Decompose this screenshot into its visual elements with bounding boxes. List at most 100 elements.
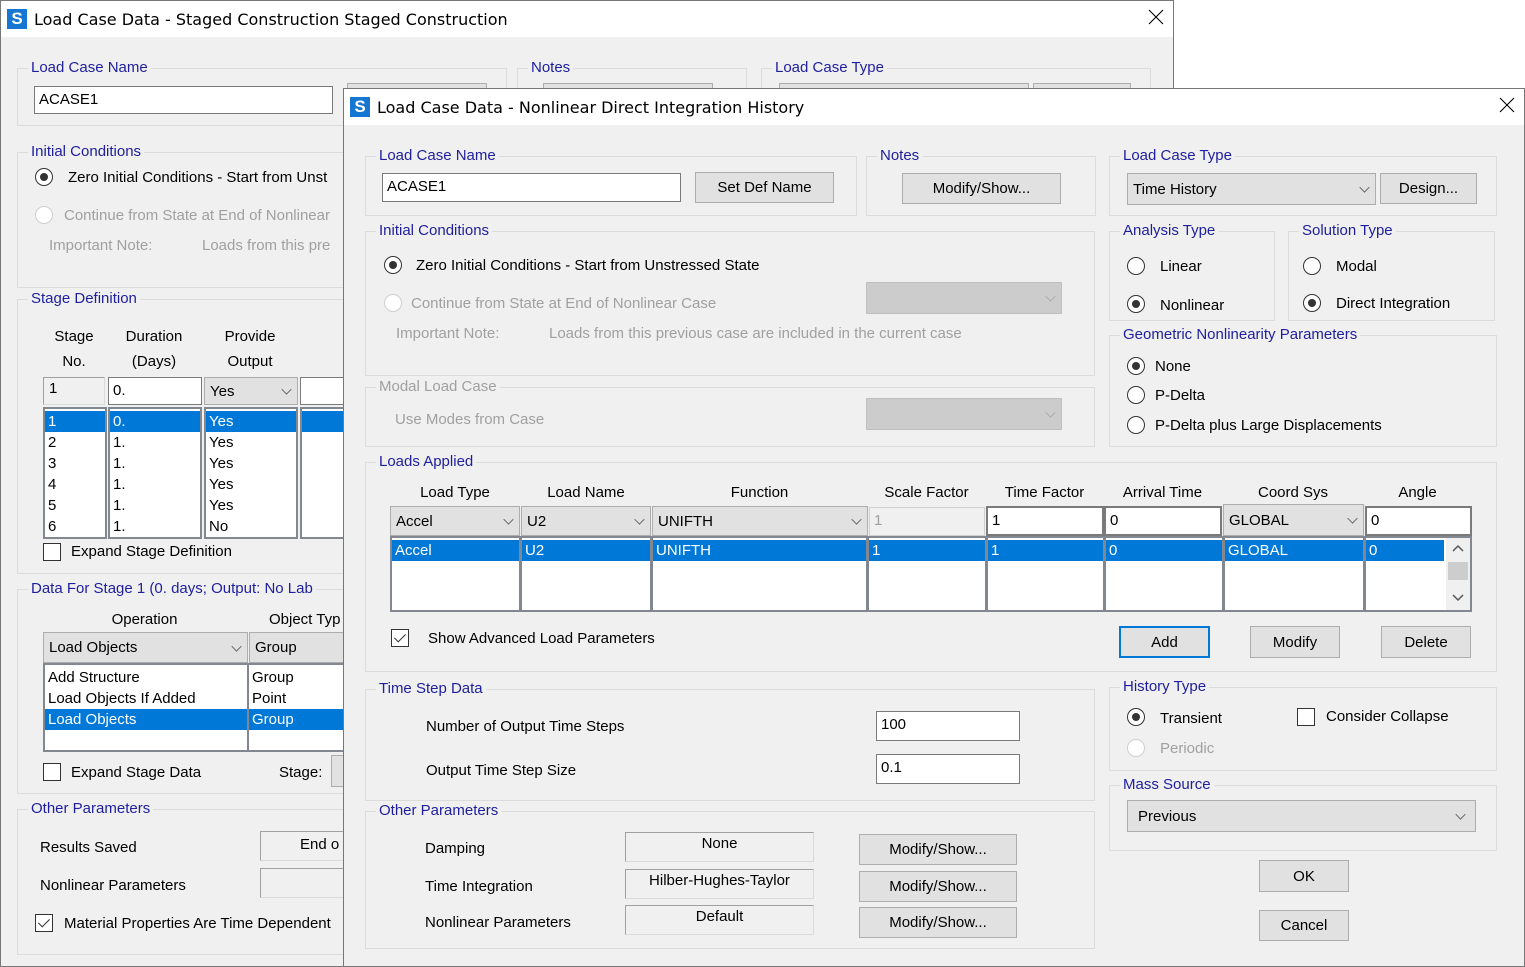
stage-no-list[interactable]: 1 2 3 4 5 6 bbox=[43, 407, 107, 539]
scroll-up-icon[interactable] bbox=[1452, 544, 1464, 552]
angle-list[interactable]: 0 bbox=[1364, 536, 1472, 612]
list-item[interactable]: 1. bbox=[110, 453, 200, 474]
list-item[interactable]: 1 bbox=[988, 540, 1103, 561]
load-type-list[interactable]: Accel bbox=[390, 536, 521, 612]
notes-modify-button[interactable]: Modify/Show... bbox=[902, 173, 1061, 204]
time-integration-label: Time Integration bbox=[425, 878, 533, 895]
list-item[interactable]: 4 bbox=[45, 474, 105, 495]
list-item[interactable]: Load Objects bbox=[45, 709, 247, 730]
list-item[interactable]: 6 bbox=[45, 516, 105, 537]
output-list[interactable]: Yes Yes Yes Yes Yes No bbox=[204, 407, 298, 539]
duration-header-bottom: (Days) bbox=[131, 353, 177, 370]
show-advanced-load-checkbox[interactable] bbox=[391, 629, 409, 647]
load-case-type-select[interactable]: Time History bbox=[1127, 173, 1376, 205]
scale-factor-input[interactable]: 1 bbox=[869, 507, 985, 536]
geom-none-radio[interactable] bbox=[1127, 357, 1145, 375]
list-item[interactable]: Yes bbox=[206, 495, 296, 516]
add-load-button[interactable]: Add bbox=[1119, 626, 1210, 658]
load-case-name-input[interactable]: ACASE1 bbox=[382, 173, 681, 202]
output-step-size-input[interactable]: 0.1 bbox=[876, 754, 1020, 784]
zero-initial-label: Zero Initial Conditions - Start from Uns… bbox=[68, 169, 328, 186]
nonlinear-radio[interactable] bbox=[1127, 295, 1145, 313]
damping-modify-button[interactable]: Modify/Show... bbox=[859, 834, 1017, 865]
nonlinear-parameters-modify-button[interactable]: Modify/Show... bbox=[859, 907, 1017, 938]
arrival-time-list[interactable]: 0 bbox=[1104, 536, 1224, 612]
load-type-select[interactable]: Accel bbox=[390, 506, 520, 536]
transient-radio[interactable] bbox=[1127, 708, 1145, 726]
list-item[interactable]: No bbox=[206, 516, 296, 537]
load-case-name-input[interactable]: ACASE1 bbox=[34, 86, 333, 114]
list-item[interactable]: Yes bbox=[206, 432, 296, 453]
list-item[interactable]: Yes bbox=[206, 474, 296, 495]
time-factor-list[interactable]: 1 bbox=[986, 536, 1105, 612]
scrollbar[interactable] bbox=[1446, 538, 1470, 610]
coord-sys-select[interactable]: GLOBAL bbox=[1223, 504, 1364, 536]
time-factor-input[interactable]: 1 bbox=[986, 506, 1104, 536]
scroll-down-icon[interactable] bbox=[1452, 594, 1464, 602]
function-value: UNIFTH bbox=[658, 512, 713, 530]
duration-edit-input[interactable]: 0. bbox=[108, 377, 202, 405]
list-item[interactable]: Load Objects If Added bbox=[45, 688, 247, 709]
material-time-dependent-checkbox[interactable] bbox=[35, 914, 53, 932]
load-name-list[interactable]: U2 bbox=[520, 536, 652, 612]
list-item[interactable]: Yes bbox=[206, 411, 296, 432]
list-item[interactable]: 5 bbox=[45, 495, 105, 516]
list-item[interactable]: 1. bbox=[110, 474, 200, 495]
periodic-radio[interactable] bbox=[1127, 739, 1145, 757]
num-output-steps-input[interactable]: 100 bbox=[876, 711, 1020, 741]
list-item[interactable]: U2 bbox=[522, 540, 650, 561]
mass-source-select[interactable]: Previous bbox=[1127, 800, 1476, 832]
function-select[interactable]: UNIFTH bbox=[652, 506, 868, 536]
use-modes-select[interactable] bbox=[866, 398, 1062, 430]
list-item[interactable]: 0 bbox=[1366, 540, 1444, 561]
list-item[interactable]: 1. bbox=[110, 495, 200, 516]
expand-stage-definition-checkbox[interactable] bbox=[43, 543, 61, 561]
list-item[interactable]: 0. bbox=[110, 411, 200, 432]
modal-radio[interactable] bbox=[1303, 257, 1321, 275]
function-list[interactable]: UNIFTH bbox=[651, 536, 868, 612]
time-integration-modify-button[interactable]: Modify/Show... bbox=[859, 871, 1017, 902]
list-item[interactable]: 1. bbox=[110, 432, 200, 453]
operation-select[interactable]: Load Objects bbox=[43, 632, 248, 663]
list-item[interactable]: 2 bbox=[45, 432, 105, 453]
scale-factor-list[interactable]: 1 bbox=[867, 536, 987, 612]
duration-list[interactable]: 0. 1. 1. 1. 1. 1. bbox=[108, 407, 202, 539]
object-type-value: Group bbox=[255, 639, 297, 656]
consider-collapse-checkbox[interactable] bbox=[1297, 708, 1315, 726]
linear-radio[interactable] bbox=[1127, 257, 1145, 275]
close-button[interactable] bbox=[1141, 1, 1171, 33]
delete-load-button[interactable]: Delete bbox=[1381, 626, 1471, 658]
list-item[interactable]: Accel bbox=[392, 540, 519, 561]
design-button[interactable]: Design... bbox=[1380, 173, 1477, 204]
p-delta-large-radio[interactable] bbox=[1127, 416, 1145, 434]
angle-input[interactable]: 0 bbox=[1365, 506, 1472, 536]
zero-initial-radio[interactable] bbox=[384, 256, 402, 274]
list-item[interactable]: 0 bbox=[1106, 540, 1222, 561]
list-item[interactable]: UNIFTH bbox=[653, 540, 866, 561]
list-item[interactable]: Add Structure bbox=[45, 667, 247, 688]
arrival-time-input[interactable]: 0 bbox=[1104, 506, 1222, 536]
list-item[interactable]: GLOBAL bbox=[1225, 540, 1363, 561]
continue-state-radio[interactable] bbox=[384, 294, 402, 312]
direct-integration-radio[interactable] bbox=[1303, 294, 1321, 312]
output-edit-select[interactable]: Yes bbox=[204, 377, 298, 405]
cancel-button[interactable]: Cancel bbox=[1259, 910, 1349, 941]
zero-initial-radio[interactable] bbox=[35, 168, 53, 186]
continue-case-select[interactable] bbox=[866, 282, 1062, 314]
p-delta-radio[interactable] bbox=[1127, 386, 1145, 404]
scroll-thumb[interactable] bbox=[1448, 562, 1468, 580]
set-def-name-button[interactable]: Set Def Name bbox=[695, 172, 834, 203]
ok-button[interactable]: OK bbox=[1259, 860, 1349, 892]
continue-state-radio[interactable] bbox=[35, 206, 53, 224]
list-item[interactable]: 1 bbox=[45, 411, 105, 432]
load-name-select[interactable]: U2 bbox=[521, 506, 651, 536]
list-item[interactable]: Yes bbox=[206, 453, 296, 474]
list-item[interactable]: 1 bbox=[869, 540, 985, 561]
coord-sys-list[interactable]: GLOBAL bbox=[1223, 536, 1365, 612]
list-item[interactable]: 1. bbox=[110, 516, 200, 537]
close-button[interactable] bbox=[1492, 89, 1522, 121]
list-item[interactable]: 3 bbox=[45, 453, 105, 474]
expand-stage-data-checkbox[interactable] bbox=[43, 763, 61, 781]
modify-load-button[interactable]: Modify bbox=[1250, 626, 1340, 658]
operation-list[interactable]: Add Structure Load Objects If Added Load… bbox=[43, 663, 249, 752]
